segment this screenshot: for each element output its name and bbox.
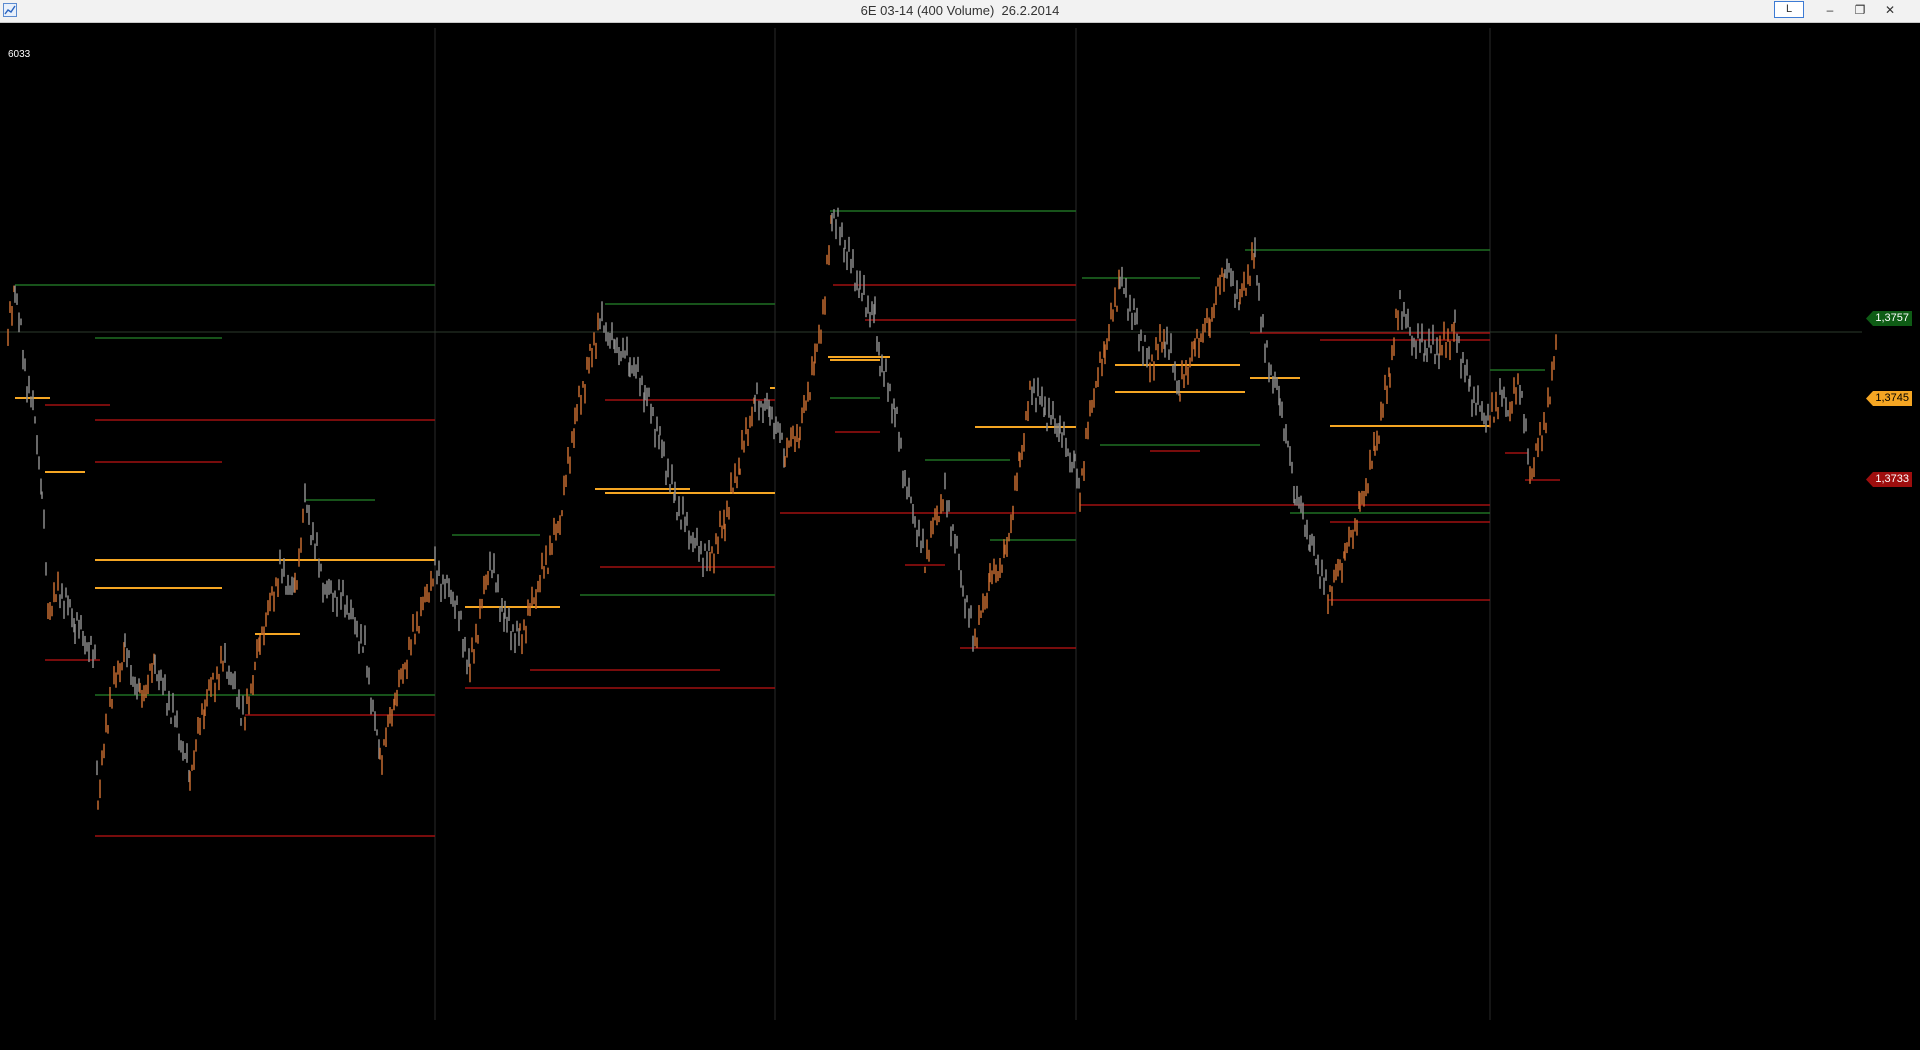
price-tag-high: 1,3757: [1866, 311, 1912, 326]
title-bar: 6E 03-14 (400 Volume) 26.2.2014 L – ❐ ✕: [0, 0, 1920, 23]
price-chart[interactable]: [0, 23, 1920, 1050]
minimize-button[interactable]: –: [1815, 0, 1845, 20]
session-dividers: [434, 28, 1491, 1020]
price-tag-current: 1,3745: [1866, 391, 1912, 406]
price-bars: [7, 207, 1557, 810]
price-tag-low: 1,3733: [1866, 472, 1912, 487]
session-levels: [15, 210, 1560, 837]
restore-button[interactable]: ❐: [1845, 0, 1875, 20]
link-toggle-button[interactable]: L: [1774, 1, 1804, 18]
close-button[interactable]: ✕: [1875, 0, 1905, 20]
window-title: 6E 03-14 (400 Volume) 26.2.2014: [860, 3, 1060, 18]
volume-counter: 6033: [8, 49, 31, 60]
